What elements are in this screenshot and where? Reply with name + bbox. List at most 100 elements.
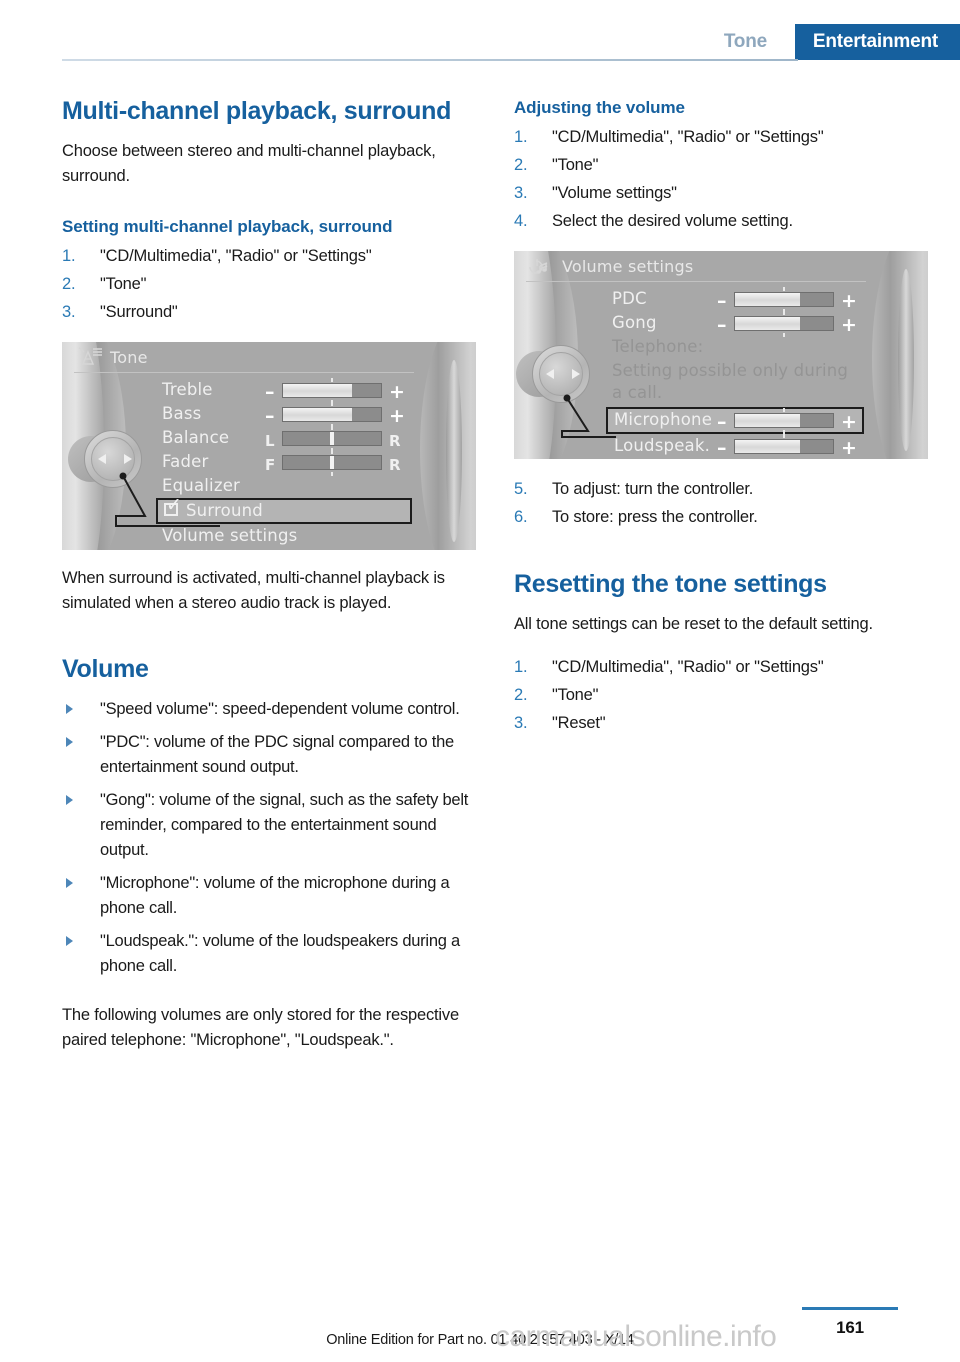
- slider-tick-bottom: [331, 472, 333, 476]
- plus-icon[interactable]: +: [841, 316, 857, 335]
- figure-volume-settings: Volume settings PDC – + Gong – + Telepho…: [514, 251, 928, 459]
- step-text: "Volume settings": [552, 184, 677, 202]
- steps-setting-surround: 1. "CD/Multimedia", "Radio" or "Settings…: [62, 242, 476, 326]
- step-text: Select the desired volume setting.: [552, 212, 793, 230]
- screen-title: Tone: [110, 348, 148, 367]
- step-number: 4.: [514, 212, 528, 230]
- slider-tick-top: [331, 426, 333, 430]
- row-label-treble[interactable]: Treble: [162, 380, 213, 399]
- arrow-right-icon: [572, 369, 580, 379]
- footer-edition-text: Online Edition for Part no. 01 40 2 957 …: [326, 1332, 634, 1348]
- bullet-triangle-icon: [66, 936, 73, 946]
- bullet-triangle-icon: [66, 737, 73, 747]
- list-item: 2. "Tone": [514, 151, 928, 179]
- bullet-text: "PDC": volume of the PDC signal compared…: [100, 733, 454, 776]
- list-item: 3. "Surround": [62, 298, 476, 326]
- step-number: 2.: [514, 686, 528, 704]
- minus-icon[interactable]: –: [265, 383, 275, 402]
- page-header: Tone Entertainment: [0, 0, 960, 62]
- list-item: "Speed volume": speed-dependent volume c…: [62, 697, 476, 722]
- section-heading-adjusting-volume: Adjusting the volume: [514, 98, 685, 117]
- row-label-balance[interactable]: Balance: [162, 428, 229, 447]
- step-text: "Tone": [552, 156, 599, 174]
- slider-track[interactable]: [282, 431, 382, 446]
- slider-tick-top: [783, 408, 785, 412]
- row-note-line2: a call.: [612, 383, 663, 402]
- page-title: Multi-channel playback, surround: [62, 97, 452, 125]
- slider-tick-top: [783, 311, 785, 315]
- slider-bass[interactable]: – +: [265, 402, 405, 428]
- plus-icon[interactable]: +: [389, 383, 405, 402]
- row-label-bass[interactable]: Bass: [162, 404, 201, 423]
- slider-microphone[interactable]: – +: [717, 408, 857, 434]
- list-item: "Gong": volume of the signal, such as th…: [62, 788, 476, 863]
- step-text: "Reset": [552, 714, 606, 732]
- balance-left-label: L: [265, 432, 275, 450]
- plus-icon[interactable]: +: [389, 407, 405, 426]
- slider-fader[interactable]: F R: [265, 450, 405, 476]
- slider-fill: [283, 384, 352, 397]
- arrow-right-icon: [124, 454, 132, 464]
- slider-gong[interactable]: – +: [717, 311, 857, 337]
- header-divider: [62, 59, 798, 61]
- step-number: 1.: [514, 128, 528, 146]
- plus-icon[interactable]: +: [841, 292, 857, 311]
- plus-icon[interactable]: +: [841, 413, 857, 432]
- slider-track[interactable]: [282, 455, 382, 470]
- left-column: Multi-channel playback, surround Choose …: [62, 96, 476, 1053]
- slider-track[interactable]: [734, 439, 834, 454]
- step-text: To store: press the controller.: [552, 508, 758, 526]
- slider-balance[interactable]: L R: [265, 426, 405, 452]
- bullet-text: "Microphone": volume of the microphone d…: [100, 874, 450, 917]
- slider-treble[interactable]: – +: [265, 378, 405, 404]
- row-label-microphone[interactable]: Microphone: [614, 410, 712, 429]
- slider-fill: [735, 414, 800, 427]
- screen-title: Volume settings: [562, 257, 694, 276]
- arrow-left-icon: [98, 454, 106, 464]
- step-number: 3.: [514, 714, 528, 732]
- slider-fill: [735, 293, 800, 306]
- manual-page: Tone Entertainment Multi-channel playbac…: [0, 0, 960, 1362]
- screen-divider: [74, 372, 414, 373]
- row-label-loudspeaker[interactable]: Loudspeak.: [614, 436, 710, 455]
- step-text: "Tone": [552, 686, 599, 704]
- step-number: 3.: [62, 303, 76, 321]
- slider-track[interactable]: [734, 413, 834, 428]
- minus-icon[interactable]: –: [717, 439, 727, 458]
- arrow-left-icon: [546, 369, 554, 379]
- minus-icon[interactable]: –: [717, 413, 727, 432]
- surround-explanation: When surround is activated, multi-channe…: [62, 569, 445, 612]
- step-text: "Surround": [100, 303, 178, 321]
- row-label-fader[interactable]: Fader: [162, 452, 209, 471]
- row-label-volume-settings[interactable]: Volume settings: [162, 526, 297, 545]
- header-tab-tone[interactable]: Tone: [724, 24, 767, 60]
- steps-adjusting-volume: 1. "CD/Multimedia", "Radio" or "Settings…: [514, 123, 928, 235]
- slider-track[interactable]: [282, 407, 382, 422]
- list-item: 1. "CD/Multimedia", "Radio" or "Settings…: [514, 653, 928, 681]
- steps-adjust-store: 5. To adjust: turn the controller. 6. To…: [514, 475, 928, 531]
- plus-icon[interactable]: +: [841, 439, 857, 458]
- step-number: 1.: [62, 247, 76, 265]
- row-label-surround[interactable]: Surround: [186, 501, 263, 520]
- minus-icon[interactable]: –: [717, 292, 727, 311]
- step-text: "Tone": [100, 275, 147, 293]
- slider-track[interactable]: [282, 383, 382, 398]
- header-tab-entertainment[interactable]: Entertainment: [794, 24, 960, 60]
- slider-loudspeaker[interactable]: – +: [717, 434, 857, 458]
- slider-tick-top: [331, 450, 333, 454]
- list-item: 4. Select the desired volume setting.: [514, 207, 928, 235]
- slider-track[interactable]: [734, 316, 834, 331]
- minus-icon[interactable]: –: [265, 407, 275, 426]
- right-column: Adjusting the volume 1. "CD/Multimedia",…: [514, 96, 928, 737]
- row-label-pdc[interactable]: PDC: [612, 289, 647, 308]
- slider-fill: [735, 440, 800, 453]
- list-item: 2. "Tone": [514, 681, 928, 709]
- minus-icon[interactable]: –: [717, 316, 727, 335]
- slider-track[interactable]: [734, 292, 834, 307]
- section-heading-setting-surround: Setting multi-channel playback, surround: [62, 217, 393, 236]
- screen-divider: [526, 281, 866, 282]
- row-label-gong[interactable]: Gong: [612, 313, 657, 332]
- row-label-equalizer[interactable]: Equalizer: [162, 476, 240, 495]
- footer-rule: [802, 1307, 898, 1310]
- slider-pdc[interactable]: – +: [717, 287, 857, 313]
